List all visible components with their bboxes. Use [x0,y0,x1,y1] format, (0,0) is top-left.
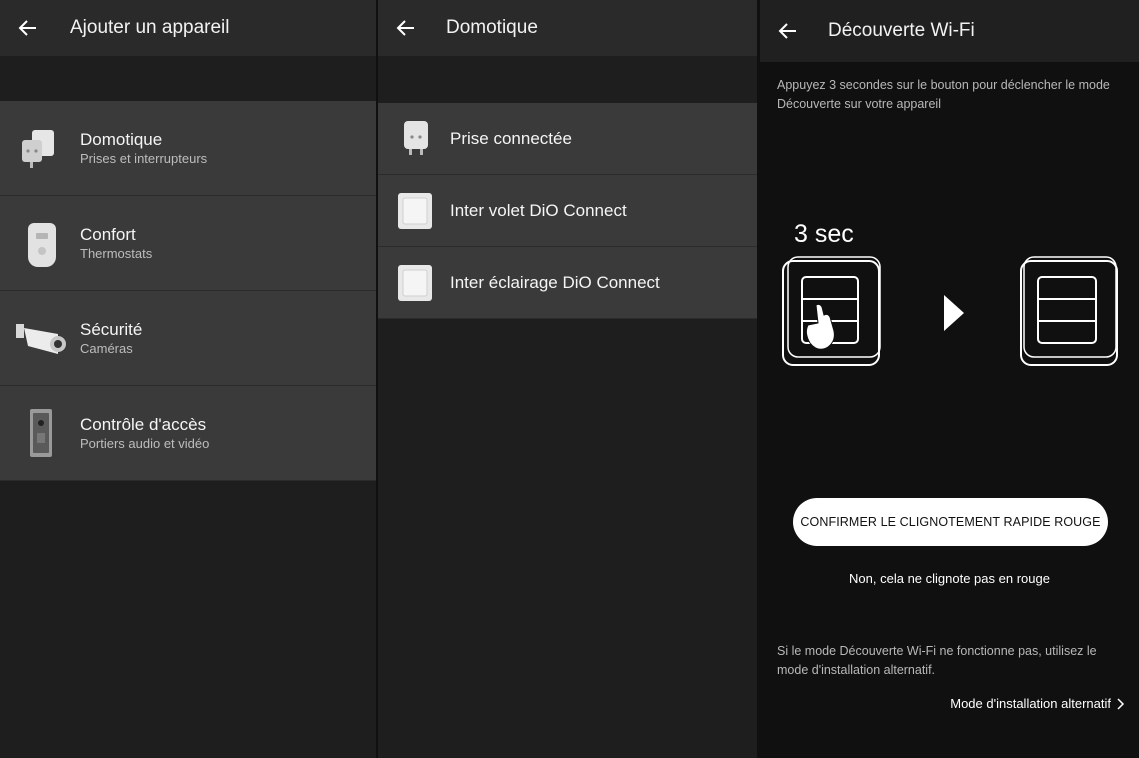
back-arrow-icon[interactable] [776,19,800,43]
device-list: Prise connectée Inter volet DiO Connect … [378,103,757,319]
switch-pressed-icon [782,256,881,366]
add-device-screen: Ajouter un appareil Domotique Prises et … [0,0,376,758]
light-switch-icon [398,264,432,301]
switch-icon [1020,256,1118,366]
page-title: Domotique [446,17,538,38]
shutter-switch-icon [398,192,432,229]
smart-plug-icon [22,130,54,168]
device-inter-volet[interactable]: Inter volet DiO Connect [378,175,757,247]
app-bar: Ajouter un appareil [0,0,376,56]
device-prise-connectee[interactable]: Prise connectée [378,103,757,175]
category-sublabel: Thermostats [80,245,153,261]
category-securite[interactable]: Sécurité Caméras [0,291,376,386]
category-controle-acces[interactable]: Contrôle d'accès Portiers audio et vidéo [0,386,376,481]
confirm-blink-button[interactable]: CONFIRMER LE CLIGNOTEMENT RAPIDE ROUGE [793,498,1108,546]
wifi-discovery-screen: Découverte Wi-Fi Appuyez 3 secondes sur … [760,0,1139,758]
category-list: Domotique Prises et interrupteurs Confor… [0,101,376,481]
category-label: Domotique [80,129,163,149]
category-label: Contrôle d'accès [80,414,207,434]
page-title: Ajouter un appareil [70,17,230,38]
back-arrow-icon[interactable] [394,16,418,40]
instruction-text: Appuyez 3 secondes sur le bouton pour dé… [777,78,1110,111]
alternative-mode-label: Mode d'installation alternatif [950,696,1111,711]
alternative-mode-link[interactable]: Mode d'installation alternatif [950,696,1125,711]
chevron-right-icon [1117,697,1125,710]
camera-icon [16,324,66,354]
doorbell-icon [30,409,52,457]
device-label: Inter volet DiO Connect [450,200,627,220]
device-inter-eclairage[interactable]: Inter éclairage DiO Connect [378,247,757,319]
fallback-note: Si le mode Découverte Wi-Fi ne fonctionn… [777,644,1097,677]
device-label: Prise connectée [450,128,572,148]
app-bar: Découverte Wi-Fi [760,0,1139,62]
press-duration-label: 3 sec [794,220,854,248]
thermostat-icon [28,223,56,267]
category-label: Confort [80,224,136,244]
domotique-screen: Domotique Prise connectée Inter volet Di… [378,0,757,758]
category-domotique[interactable]: Domotique Prises et interrupteurs [0,101,376,196]
smart-plug-icon [404,120,428,155]
no-blink-link[interactable]: Non, cela ne clignote pas en rouge [760,571,1139,586]
app-bar: Domotique [378,0,757,56]
back-arrow-icon[interactable] [16,16,40,40]
device-label: Inter éclairage DiO Connect [450,272,660,292]
arrow-right-icon [944,295,964,331]
category-sublabel: Prises et interrupteurs [80,150,208,166]
discovery-illustration [782,256,1118,366]
category-sublabel: Caméras [80,340,133,356]
category-sublabel: Portiers audio et vidéo [80,435,210,451]
category-label: Sécurité [80,319,143,339]
page-title: Découverte Wi-Fi [828,20,975,41]
category-confort[interactable]: Confort Thermostats [0,196,376,291]
